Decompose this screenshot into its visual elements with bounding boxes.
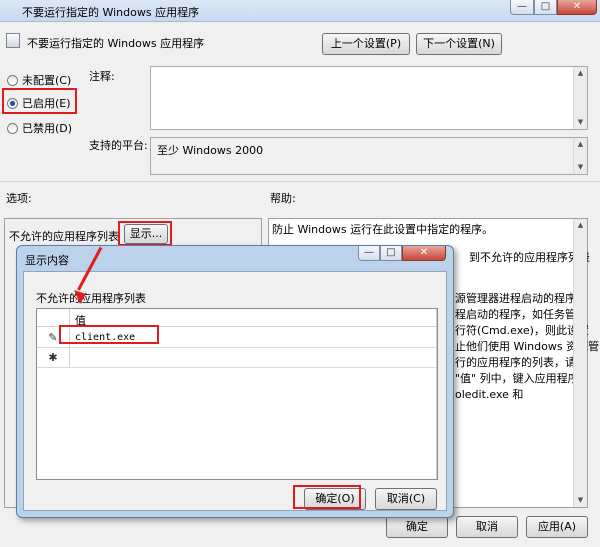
help-scrollbar[interactable]: ▲ ▼ <box>573 219 587 507</box>
dialog-body: 不允许的应用程序列表 值 ✎ client.exe ✱ 确定(O) 取消(C) <box>23 271 447 511</box>
dialog-title: 显示内容 <box>25 254 69 267</box>
minimize-icon[interactable]: — <box>358 246 380 261</box>
help-section-label: 帮助: <box>270 192 296 205</box>
radio-circle[interactable] <box>7 123 18 134</box>
maximize-icon[interactable]: □ <box>534 0 557 15</box>
radio-enabled[interactable]: 已启用(E) <box>7 95 71 111</box>
grid-right-border <box>436 309 437 479</box>
platform-scrollbar[interactable]: ▲ ▼ <box>573 138 587 174</box>
highlight-box-dialog-ok <box>293 485 361 509</box>
ok-button[interactable]: 确定 <box>386 516 448 538</box>
scroll-up-icon[interactable]: ▲ <box>576 221 585 230</box>
help-line: 源管理器进程启动的程序。 <box>455 292 587 305</box>
radio-not-configured-label: 未配置(C) <box>22 74 72 87</box>
prev-setting-button[interactable]: 上一个设置(P) <box>322 33 410 55</box>
help-line: 防止 Windows 运行在此设置中指定的程序。 <box>272 223 494 236</box>
help-line: 到不允许的应用程序列表 <box>469 251 590 264</box>
maximize-icon[interactable]: □ <box>380 246 402 261</box>
comment-textarea[interactable]: ▲ ▼ <box>150 66 588 130</box>
close-icon[interactable]: ✕ <box>402 246 446 261</box>
show-button[interactable]: 显示... <box>124 224 168 244</box>
dialog-cancel-button[interactable]: 取消(C) <box>375 488 437 510</box>
help-line: "值" 列中，键入应用程序 <box>455 372 579 385</box>
comment-scrollbar[interactable]: ▲ ▼ <box>573 67 587 129</box>
help-line: 行符(Cmd.exe)，则此设置 <box>455 324 589 337</box>
policy-setting-icon <box>6 33 20 48</box>
platform-value: 至少 Windows 2000 <box>157 144 264 157</box>
platform-box: 至少 Windows 2000 ▲ ▼ <box>150 137 588 175</box>
radio-circle[interactable] <box>7 75 18 86</box>
close-icon[interactable]: ✕ <box>557 0 597 15</box>
scroll-up-icon[interactable]: ▲ <box>576 69 585 78</box>
help-line: 行的应用程序的列表，请单 <box>455 356 587 369</box>
next-setting-button[interactable]: 下一个设置(N) <box>416 33 502 55</box>
platform-label: 支持的平台: <box>89 139 148 152</box>
help-line: oledit.exe 和 <box>455 388 524 401</box>
scroll-down-icon[interactable]: ▼ <box>576 163 585 172</box>
apply-button[interactable]: 应用(A) <box>526 516 588 538</box>
comment-label: 注释: <box>89 70 115 83</box>
cancel-button[interactable]: 取消 <box>456 516 518 538</box>
scroll-up-icon[interactable]: ▲ <box>576 140 585 149</box>
help-line: 程启动的程序，如任务管 <box>455 308 576 321</box>
radio-disabled-label: 已禁用(D) <box>22 122 73 135</box>
radio-not-configured[interactable]: 未配置(C) <box>7 72 71 88</box>
radio-enabled-label: 已启用(E) <box>22 97 71 110</box>
highlight-box-client-exe <box>59 325 159 344</box>
scroll-down-icon[interactable]: ▼ <box>576 118 585 127</box>
row-new-icon: ✱ <box>37 348 70 367</box>
radio-disabled[interactable]: 已禁用(D) <box>7 120 72 136</box>
annotation-arrowhead-icon <box>74 290 86 304</box>
scroll-down-icon[interactable]: ▼ <box>576 496 585 505</box>
window-title: 不要运行指定的 Windows 应用程序 <box>22 6 200 19</box>
table-row[interactable]: ✱ <box>37 348 437 368</box>
options-section-label: 选项: <box>6 192 32 205</box>
policy-title: 不要运行指定的 Windows 应用程序 <box>27 37 205 50</box>
divider <box>0 181 600 182</box>
radio-circle-selected[interactable] <box>7 98 18 109</box>
minimize-icon[interactable]: — <box>510 0 534 15</box>
disallowed-list-label: 不允许的应用程序列表 <box>9 230 119 243</box>
title-bar[interactable]: 不要运行指定的 Windows 应用程序 — □ ✕ <box>0 0 600 22</box>
